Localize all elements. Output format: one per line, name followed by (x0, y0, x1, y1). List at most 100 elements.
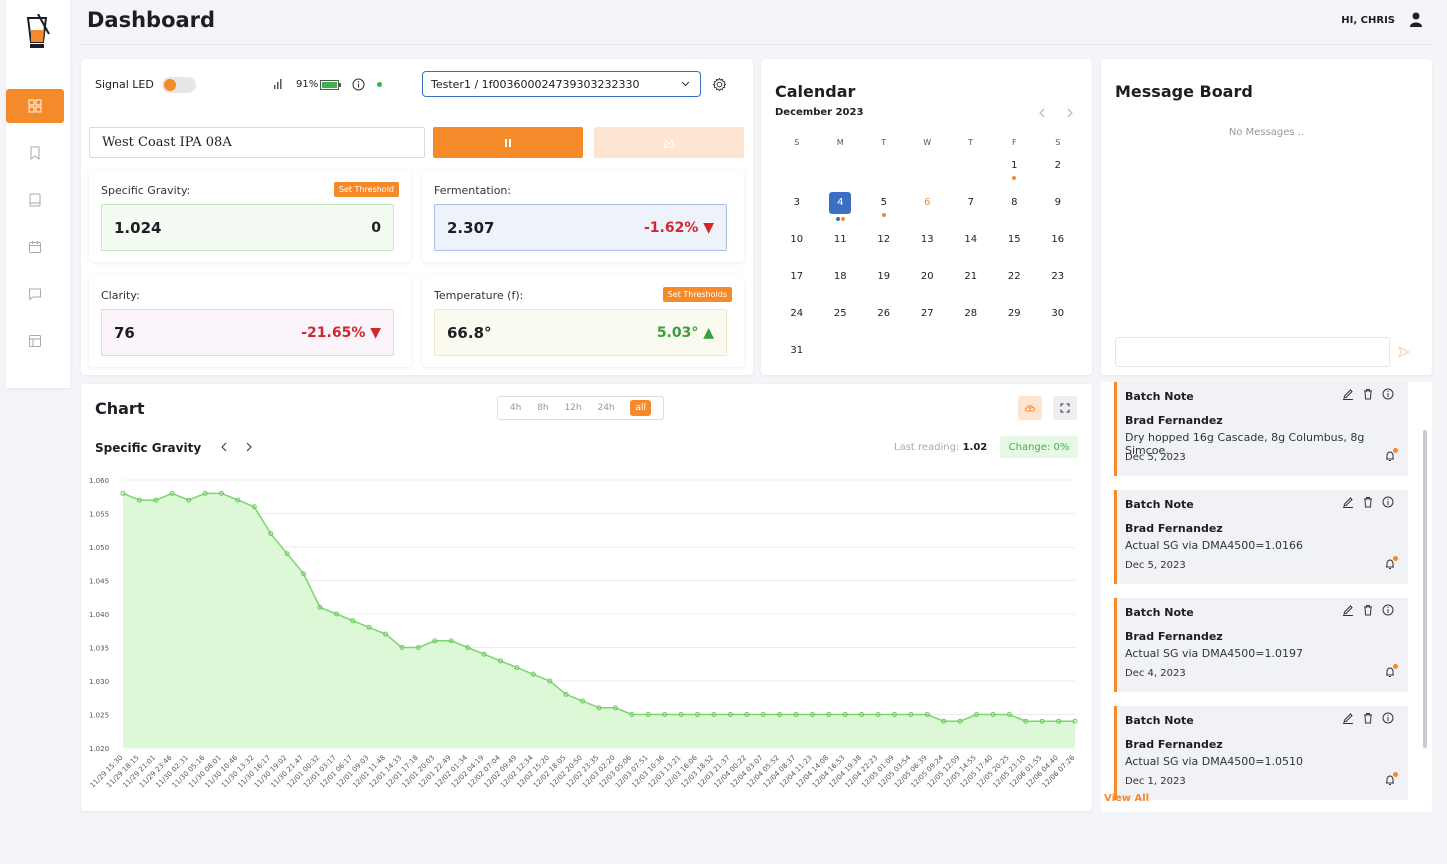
notification-dot (1393, 772, 1398, 777)
edit-icon[interactable] (1342, 388, 1354, 400)
nav-calendar[interactable] (6, 230, 64, 264)
set-thresholds-button[interactable]: Set Thresholds (662, 287, 732, 302)
note-reminder[interactable] (1384, 556, 1398, 573)
message-board-title: Message Board (1115, 82, 1253, 101)
nav-messages[interactable] (6, 277, 64, 311)
info-icon[interactable] (1382, 388, 1394, 400)
calendar-day[interactable]: 22 (993, 269, 1037, 306)
user-icon[interactable] (1409, 12, 1423, 28)
range-24h[interactable]: 24h (597, 403, 614, 413)
calendar-day[interactable]: 20 (906, 269, 950, 306)
note-card[interactable]: Batch Note Brad Fernandez Dry hopped 16g… (1114, 382, 1408, 476)
device-select[interactable]: Tester1 / 1f003600024739303232330 (422, 71, 701, 97)
calendar-day[interactable]: 15 (993, 232, 1037, 269)
info-icon[interactable] (1382, 712, 1394, 724)
calendar-day[interactable]: 30 (1036, 306, 1080, 343)
range-all[interactable]: all (630, 400, 652, 416)
trash-icon[interactable] (1362, 712, 1374, 724)
calendar-day[interactable]: 17 (775, 269, 819, 306)
calendar-day[interactable]: 26 (862, 306, 906, 343)
calendar-day[interactable]: 25 (819, 306, 863, 343)
signal-led-label: Signal LED (95, 78, 154, 91)
note-reminder[interactable] (1384, 664, 1398, 681)
calendar-day[interactable]: 3 (775, 195, 819, 232)
chevron-right-icon[interactable] (245, 442, 253, 452)
day-number: 1 (1011, 160, 1018, 171)
calendar-day-today[interactable]: 4 (819, 192, 863, 232)
calendar-day[interactable]: 2 (1036, 158, 1080, 195)
message-input[interactable] (1115, 337, 1390, 367)
calendar-day[interactable]: 12 (862, 232, 906, 269)
pause-button[interactable] (433, 127, 583, 158)
calendar-day[interactable]: 6 (906, 195, 950, 232)
edit-icon[interactable] (1342, 712, 1354, 724)
calendar-day[interactable]: 11 (819, 232, 863, 269)
note-text: Actual SG via DMA4500=1.0510 (1125, 755, 1303, 768)
calendar-day[interactable]: 5 (862, 195, 906, 232)
nav-dashboard[interactable] (6, 89, 64, 123)
batch-name-input[interactable]: West Coast IPA 08A (89, 127, 425, 158)
send-icon[interactable] (1398, 346, 1410, 358)
calendar-day[interactable]: 24 (775, 306, 819, 343)
calendar-day[interactable]: 9 (1036, 195, 1080, 232)
calendar-day[interactable]: 14 (949, 232, 993, 269)
calendar-day[interactable]: 31 (775, 343, 819, 380)
chevron-right-icon[interactable] (1066, 108, 1074, 118)
calendar-day[interactable]: 23 (1036, 269, 1080, 306)
note-title: Batch Note (1125, 606, 1194, 619)
metric-change: 5.03° ▲ (656, 324, 714, 341)
last-reading: Last reading: 1.02 (894, 442, 987, 453)
chevron-left-icon[interactable] (220, 442, 228, 452)
nav-layout[interactable] (6, 324, 64, 358)
nav-book[interactable] (6, 183, 64, 217)
fullscreen-button[interactable] (1053, 396, 1077, 420)
trash-icon[interactable] (1362, 496, 1374, 508)
calendar-day[interactable]: 13 (906, 232, 950, 269)
calendar-day[interactable]: 16 (1036, 232, 1080, 269)
calendar-day[interactable]: 18 (819, 269, 863, 306)
finish-button[interactable] (594, 127, 744, 158)
info-icon[interactable] (1382, 496, 1394, 508)
edit-icon[interactable] (1342, 496, 1354, 508)
calendar-day[interactable]: 28 (949, 306, 993, 343)
calendar-weekdays: S M T W T F S (775, 136, 1080, 158)
note-actions (1342, 712, 1394, 724)
notes-scrollbar[interactable] (1423, 430, 1427, 748)
range-4h[interactable]: 4h (510, 403, 521, 413)
note-date: Dec 5, 2023 (1125, 560, 1186, 571)
calendar-day[interactable]: 10 (775, 232, 819, 269)
message-board-card (1101, 59, 1432, 375)
calendar-day[interactable]: 27 (906, 306, 950, 343)
nav-bookmark[interactable] (6, 136, 64, 170)
info-icon[interactable] (1382, 604, 1394, 616)
trash-icon[interactable] (1362, 388, 1374, 400)
signal-led-toggle[interactable] (162, 77, 196, 93)
set-threshold-button[interactable]: Set Threshold (333, 182, 399, 197)
gear-icon[interactable] (712, 77, 727, 92)
specific-gravity-chart[interactable]: 1.060 1.055 1.050 1.045 1.040 1.035 1.030 1.025… (81, 468, 1092, 808)
chevron-left-icon[interactable] (1038, 108, 1046, 118)
metric-box: 1.024 0 (101, 204, 394, 251)
calendar-day[interactable]: 8 (993, 195, 1037, 232)
note-card[interactable]: Batch Note Brad Fernandez Actual SG via … (1114, 490, 1408, 584)
calendar-day[interactable]: 1 (993, 158, 1037, 195)
range-12h[interactable]: 12h (564, 403, 581, 413)
note-reminder[interactable] (1384, 448, 1398, 465)
range-selector: 4h 8h 12h 24h all (497, 396, 664, 420)
note-title: Batch Note (1125, 714, 1194, 727)
calendar-day[interactable]: 29 (993, 306, 1037, 343)
view-all-link[interactable]: View All (1104, 793, 1149, 804)
note-card[interactable]: Batch Note Brad Fernandez Actual SG via … (1114, 598, 1408, 692)
info-icon[interactable] (352, 78, 365, 91)
note-card[interactable]: Batch Note Brad Fernandez Actual SG via … (1114, 706, 1408, 800)
calendar-day[interactable]: 19 (862, 269, 906, 306)
range-8h[interactable]: 8h (537, 403, 548, 413)
metric-change: -21.65% ▼ (301, 324, 381, 341)
upload-button[interactable] (1018, 396, 1042, 420)
calendar-month: December 2023 (775, 107, 864, 118)
trash-icon[interactable] (1362, 604, 1374, 616)
edit-icon[interactable] (1342, 604, 1354, 616)
note-reminder[interactable] (1384, 772, 1398, 789)
calendar-day[interactable]: 21 (949, 269, 993, 306)
calendar-day[interactable]: 7 (949, 195, 993, 232)
